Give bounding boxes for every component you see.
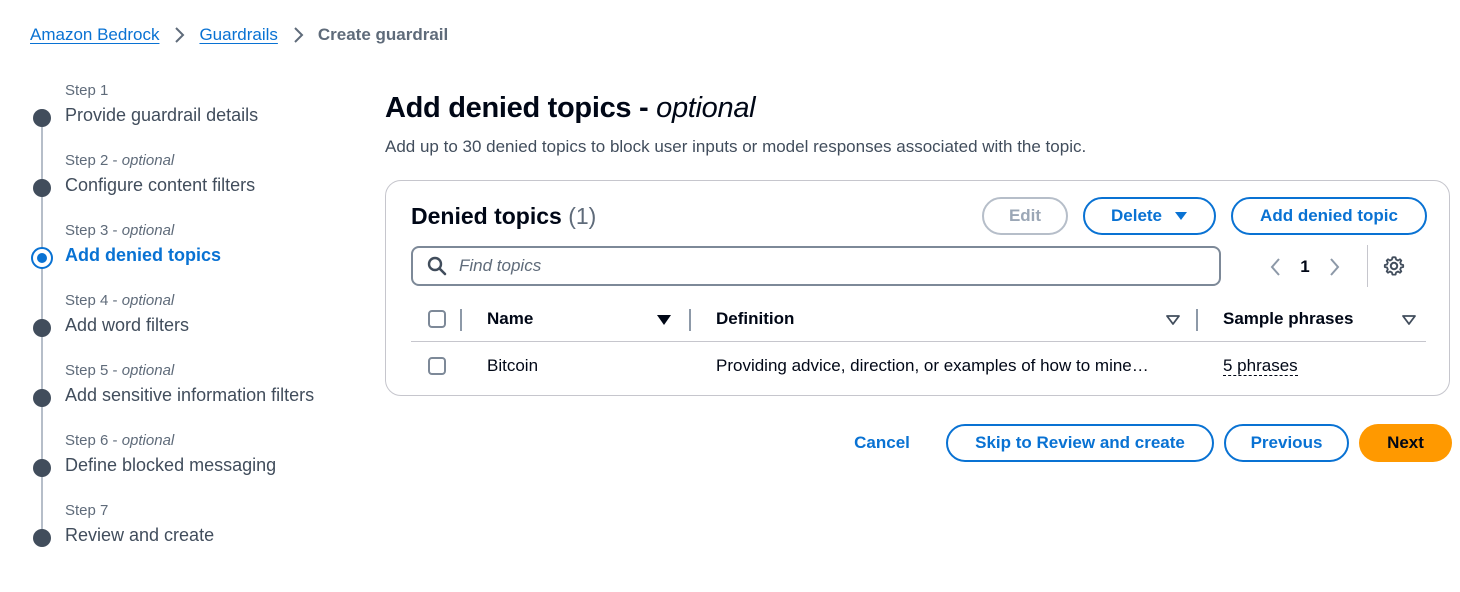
- column-header-definition[interactable]: Definition: [716, 309, 794, 329]
- step-label-blocked-messaging[interactable]: Define blocked messaging: [65, 455, 276, 476]
- step-number: Step 2 - optional: [65, 152, 175, 169]
- step-7: Step 7 Review and create: [30, 500, 360, 560]
- select-all-checkbox[interactable]: [428, 310, 446, 328]
- breadcrumb: Amazon Bedrock Guardrails Create guardra…: [30, 24, 448, 46]
- breadcrumb-guardrails[interactable]: Guardrails: [199, 25, 277, 45]
- next-button[interactable]: Next: [1359, 424, 1452, 462]
- topics-count: (1): [568, 203, 597, 229]
- column-separator: [689, 309, 691, 331]
- step-number: Step 6 - optional: [65, 432, 175, 449]
- cancel-button[interactable]: Cancel: [841, 424, 923, 462]
- cell-definition: Providing advice, direction, or examples…: [716, 356, 1149, 375]
- container-title: Denied topics (1): [411, 203, 597, 229]
- column-separator: [1196, 309, 1198, 331]
- page-description: Add up to 30 denied topics to block user…: [385, 137, 1087, 156]
- sample-phrases-popover-link[interactable]: 5 phrases: [1223, 356, 1298, 376]
- skip-to-review-button[interactable]: Skip to Review and create: [946, 424, 1214, 462]
- row-checkbox[interactable]: [428, 357, 446, 375]
- step-number: Step 7: [65, 502, 109, 519]
- step-active-indicator-icon: [31, 247, 53, 269]
- page-title: Add denied topics - optional: [385, 92, 756, 124]
- step-indicator-icon: [33, 109, 51, 127]
- step-indicator-icon: [33, 319, 51, 337]
- divider: [1367, 245, 1368, 287]
- chevron-right-icon: [278, 26, 318, 44]
- delete-dropdown-button[interactable]: Delete: [1083, 197, 1216, 235]
- step-3: Step 3 - optional Add denied topics: [30, 220, 360, 280]
- sort-descending-icon[interactable]: [656, 313, 672, 327]
- search-field[interactable]: [411, 246, 1221, 286]
- step-6: Step 6 - optional Define blocked messagi…: [30, 430, 360, 490]
- search-icon: [427, 256, 447, 276]
- column-separator: [460, 309, 462, 331]
- step-label-denied-topics[interactable]: Add denied topics: [65, 245, 221, 266]
- step-indicator-icon: [33, 529, 51, 547]
- previous-button[interactable]: Previous: [1224, 424, 1349, 462]
- step-number: Step 3 - optional: [65, 222, 175, 239]
- table-row: Bitcoin Providing advice, direction, or …: [411, 341, 1426, 393]
- step-label-content-filters[interactable]: Configure content filters: [65, 175, 255, 196]
- chevron-right-icon[interactable]: [1323, 253, 1347, 281]
- column-header-name[interactable]: Name: [487, 309, 533, 329]
- step-4: Step 4 - optional Add word filters: [30, 290, 360, 350]
- step-5: Step 5 - optional Add sensitive informat…: [30, 360, 360, 420]
- pagination: 1: [1263, 253, 1347, 281]
- step-1: Step 1 Provide guardrail details: [30, 80, 360, 140]
- step-label-sensitive-info[interactable]: Add sensitive information filters: [65, 385, 314, 406]
- caret-down-icon: [1174, 211, 1188, 221]
- edit-button[interactable]: Edit: [982, 197, 1068, 235]
- step-2: Step 2 - optional Configure content filt…: [30, 150, 360, 210]
- sort-icon[interactable]: [1165, 313, 1181, 327]
- step-label-review-create[interactable]: Review and create: [65, 525, 214, 546]
- step-label-provide-details[interactable]: Provide guardrail details: [65, 105, 258, 126]
- denied-topics-container: Denied topics (1) Edit Delete Add denied…: [385, 180, 1450, 396]
- gear-icon[interactable]: [1383, 255, 1405, 277]
- cell-sample-phrases: 5 phrases: [1223, 356, 1298, 376]
- sort-icon[interactable]: [1401, 313, 1417, 327]
- step-indicator-icon: [33, 389, 51, 407]
- search-input[interactable]: [457, 255, 1201, 277]
- breadcrumb-amazon-bedrock[interactable]: Amazon Bedrock: [30, 25, 159, 45]
- breadcrumb-current: Create guardrail: [317, 25, 449, 44]
- step-number: Step 4 - optional: [65, 292, 175, 309]
- chevron-left-icon[interactable]: [1263, 253, 1287, 281]
- chevron-right-icon: [159, 26, 199, 44]
- table-header: Name Definition Sample phrases: [411, 299, 1426, 342]
- step-number: Step 1: [65, 82, 109, 99]
- step-label-word-filters[interactable]: Add word filters: [65, 315, 189, 336]
- step-indicator-icon: [33, 459, 51, 477]
- add-denied-topic-button[interactable]: Add denied topic: [1231, 197, 1427, 235]
- cell-name: Bitcoin: [487, 356, 539, 375]
- column-header-sample-phrases[interactable]: Sample phrases: [1223, 309, 1353, 329]
- step-number: Step 5 - optional: [65, 362, 175, 379]
- page-number[interactable]: 1: [1287, 257, 1323, 277]
- step-indicator-icon: [33, 179, 51, 197]
